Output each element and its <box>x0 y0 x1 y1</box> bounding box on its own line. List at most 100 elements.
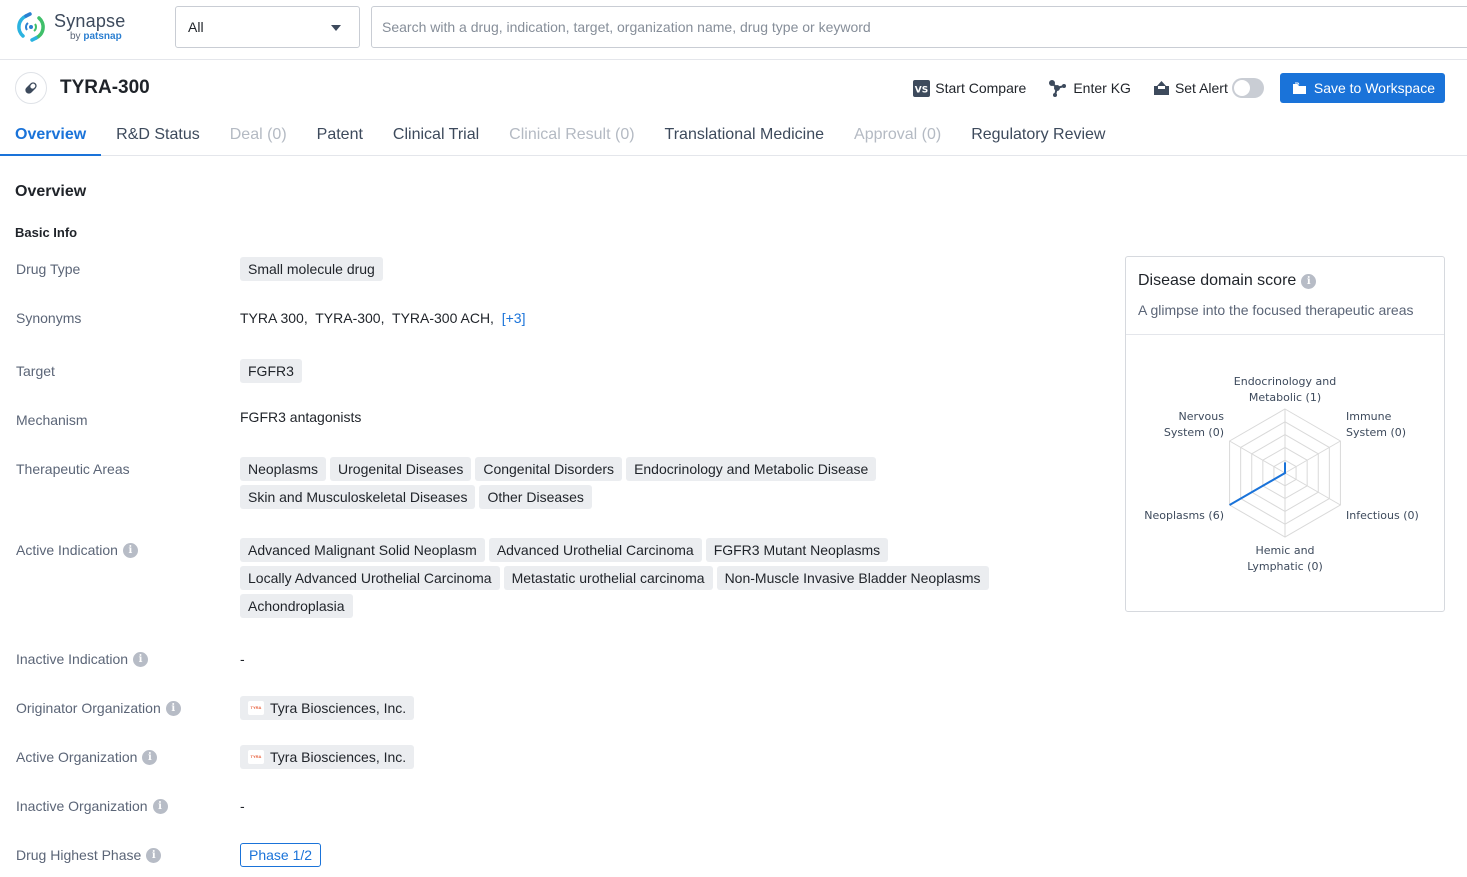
disease-domain-title: Disease domain score i <box>1138 272 1432 290</box>
drug-type-tag: Small molecule drug <box>240 257 383 281</box>
field-label: Originator Organization i <box>16 700 181 716</box>
radar-axis-line <box>1229 440 1286 474</box>
tab-clinical-result[interactable]: Clinical Result (0) <box>494 116 649 155</box>
organization-tag[interactable]: TYRA Tyra Biosciences, Inc. <box>240 696 415 720</box>
radar-axis-label-line: Endocrinology and <box>1234 375 1336 388</box>
active-org-tags: TYRA Tyra Biosciences, Inc. <box>240 745 1100 773</box>
radar-axis-label-line: Lymphatic (0) <box>1247 560 1323 573</box>
radar-axis-line <box>1284 472 1341 506</box>
info-icon[interactable]: i <box>146 847 162 863</box>
synapse-logo[interactable]: Synapse by patsnap <box>14 10 125 44</box>
synonym: TYRA-300 ACH, <box>392 310 494 326</box>
tab-deal[interactable]: Deal (0) <box>215 116 302 155</box>
radar-axis-label-line: Infectious (0) <box>1346 509 1419 522</box>
logo-by: by <box>70 31 81 42</box>
drug-type-tags: Small molecule drug <box>240 257 1100 285</box>
synonyms-more-link[interactable]: [+3] <box>502 310 526 326</box>
tab-clinical-trial[interactable]: Clinical Trial <box>378 116 494 155</box>
set-alert-button[interactable]: Set Alert <box>1153 78 1264 98</box>
highest-phase-value: Phase 1/2 <box>240 843 322 867</box>
target-tag[interactable]: FGFR3 <box>240 359 302 383</box>
organization-tag[interactable]: TYRA Tyra Biosciences, Inc. <box>240 745 415 769</box>
indication-tag[interactable]: Achondroplasia <box>240 594 353 618</box>
synapse-logo-icon <box>17 12 45 42</box>
radar-axis-line <box>1284 440 1341 474</box>
disease-domain-description: A glimpse into the focused therapeutic a… <box>1138 302 1414 318</box>
field-label-text: Inactive Indication <box>16 651 129 667</box>
field-label-text: Active Organization <box>16 749 138 765</box>
alert-toggle[interactable] <box>1231 78 1264 98</box>
info-icon[interactable]: i <box>152 798 168 814</box>
enter-kg-button[interactable]: Enter KG <box>1048 79 1131 97</box>
disease-domain-header: Disease domain score i A glimpse into the… <box>1126 257 1444 335</box>
search-input[interactable] <box>371 6 1467 48</box>
enter-kg-label: Enter KG <box>1073 80 1131 96</box>
radar-axis-label-line: System (0) <box>1164 426 1224 439</box>
radar-axis-label: Endocrinology and Metabolic (1) <box>1234 375 1336 404</box>
radar-axis-label: Hemic and Lymphatic (0) <box>1247 544 1323 573</box>
tab-overview[interactable]: Overview <box>0 116 102 156</box>
indication-tag[interactable]: Locally Advanced Urothelial Carcinoma <box>240 566 500 590</box>
start-compare-label: Start Compare <box>935 80 1027 96</box>
search-scope-select[interactable]: All <box>175 6 360 48</box>
therapeutic-area-tag: Urogenital Diseases <box>330 457 472 481</box>
tab-rd-status[interactable]: R&D Status <box>101 116 215 155</box>
caret-down-icon <box>331 25 341 31</box>
radar-axis-label-line: Neoplasms (6) <box>1144 509 1224 522</box>
originator-org-tags: TYRA Tyra Biosciences, Inc. <box>240 696 1100 724</box>
info-icon[interactable]: i <box>133 651 149 667</box>
tab-patent[interactable]: Patent <box>302 116 378 155</box>
info-icon[interactable]: i <box>165 700 181 716</box>
organization-name: Tyra Biosciences, Inc. <box>270 749 407 765</box>
save-to-workspace-button[interactable]: Save to Workspace <box>1279 73 1445 103</box>
tab-approval[interactable]: Approval (0) <box>839 116 956 155</box>
header-actions: VS Start Compare Enter KG Set Alert Save… <box>891 73 1445 103</box>
therapeutic-area-tag: Other Diseases <box>479 485 592 509</box>
indication-tag[interactable]: Metastatic urothelial carcinoma <box>503 566 713 590</box>
logo-subtitle: by patsnap <box>70 32 125 42</box>
disease-domain-title-text: Disease domain score <box>1138 272 1297 289</box>
therapeutic-area-tag: Neoplasms <box>240 457 327 481</box>
logo-brand: patsnap <box>83 31 122 42</box>
svg-text:VS: VS <box>915 85 928 95</box>
mechanism-value: FGFR3 antagonists <box>240 409 362 425</box>
field-label-text: Drug Highest Phase <box>16 847 142 863</box>
disease-domain-radar-chart: Endocrinology and Metabolic (1) Immune Syst… <box>1144 375 1419 573</box>
info-icon[interactable]: i <box>1301 273 1317 289</box>
organization-name: Tyra Biosciences, Inc. <box>270 700 407 716</box>
disease-domain-card: Disease domain score i A glimpse into the… <box>1125 256 1445 612</box>
drug-title: TYRA-300 <box>60 77 150 98</box>
synonyms-value: TYRA 300, TYRA-300, TYRA-300 ACH, [+3] <box>240 310 525 326</box>
tyra-logo-icon: TYRA <box>248 701 264 715</box>
info-icon[interactable]: i <box>142 749 158 765</box>
tab-regulatory-review[interactable]: Regulatory Review <box>956 116 1120 155</box>
save-to-workspace-label: Save to Workspace <box>1313 80 1435 96</box>
phase-badge: Phase 1/2 <box>240 843 322 867</box>
logo-title: Synapse <box>54 11 126 31</box>
info-icon[interactable]: i <box>122 542 138 558</box>
indication-tag[interactable]: Advanced Malignant Solid Neoplasm <box>240 538 485 562</box>
active-indication-tags: Advanced Malignant Solid Neoplasm Advanc… <box>240 538 1100 622</box>
drug-pill-icon <box>15 72 47 104</box>
alert-icon <box>1153 80 1170 96</box>
radar-axis-label: Immune System (0) <box>1346 410 1406 439</box>
radar-axis-label-line: Metabolic (1) <box>1249 391 1321 404</box>
synonym: TYRA-300, <box>315 310 385 326</box>
compare-icon: VS <box>913 79 931 97</box>
therapeutic-area-tag: Congenital Disorders <box>475 457 623 481</box>
start-compare-button[interactable]: VS Start Compare <box>913 79 1027 97</box>
radar-axis-label-line: Hemic and <box>1255 544 1314 557</box>
field-label: Inactive Organization i <box>16 798 168 814</box>
search-scope-value: All <box>188 19 204 35</box>
tab-translational-medicine[interactable]: Translational Medicine <box>650 116 839 155</box>
indication-tag[interactable]: Non-Muscle Invasive Bladder Neoplasms <box>716 566 989 590</box>
tyra-logo-icon: TYRA <box>248 750 264 764</box>
field-label: Inactive Indication i <box>16 651 149 667</box>
indication-tag[interactable]: FGFR3 Mutant Neoplasms <box>705 538 889 562</box>
tab-bar: Overview R&D Status Deal (0) Patent Clin… <box>0 116 1467 156</box>
indication-tag[interactable]: Advanced Urothelial Carcinoma <box>488 538 702 562</box>
inactive-indication-value: - <box>240 651 245 667</box>
field-label: Therapeutic Areas <box>16 461 130 477</box>
radar-axis-label: Nervous System (0) <box>1164 410 1224 439</box>
field-label: Target <box>16 363 55 379</box>
